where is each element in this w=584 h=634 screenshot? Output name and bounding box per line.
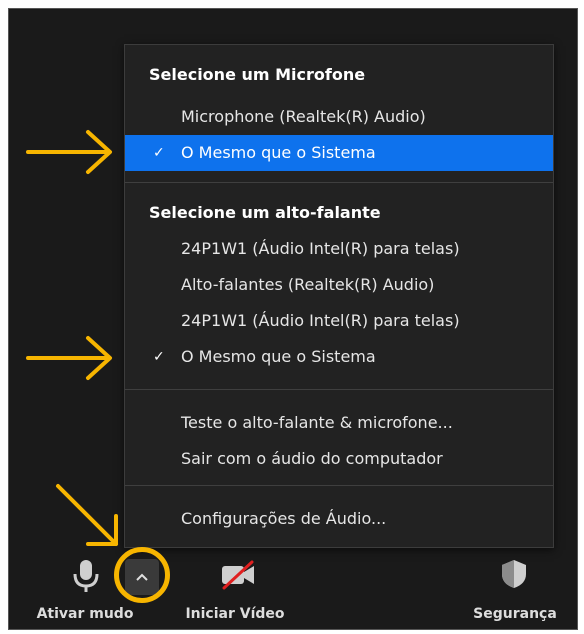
video-off-icon [222,560,254,590]
divider [125,485,553,486]
speaker-option-same-as-system[interactable]: ✓ O Mesmo que o Sistema [125,339,553,375]
test-speaker-mic-label: Teste o alto-falante & microfone... [181,413,453,432]
arrow-annotation-icon [26,336,112,380]
audio-settings-label: Configurações de Áudio... [181,509,387,528]
audio-settings-item[interactable]: Configurações de Áudio... [125,501,553,537]
checkmark-icon: ✓ [153,145,165,161]
audio-options-menu: Selecione um Microfone Microphone (Realt… [124,44,554,548]
security-label: Segurança [473,606,557,622]
mic-option-realtek[interactable]: Microphone (Realtek(R) Audio) [125,99,553,135]
leave-computer-audio-label: Sair com o áudio do computador [181,449,443,468]
divider [125,389,553,390]
mic-option-same-as-system[interactable]: ✓ O Mesmo que o Sistema [125,135,553,171]
arrow-annotation-icon [56,484,118,546]
mic-option-label: Microphone (Realtek(R) Audio) [181,107,426,126]
checkmark-icon: ✓ [153,349,165,365]
mic-option-label: O Mesmo que o Sistema [181,143,376,162]
speaker-option-label: O Mesmo que o Sistema [181,347,376,366]
speaker-option-label: 24P1W1 (Áudio Intel(R) para telas) [181,239,460,258]
divider [125,182,553,183]
arrow-annotation-icon [26,130,112,174]
mute-label: Ativar mudo [36,606,134,622]
annotation-circle [114,547,170,603]
speaker-option-24p1w1-b[interactable]: 24P1W1 (Áudio Intel(R) para telas) [125,303,553,339]
speaker-option-label: 24P1W1 (Áudio Intel(R) para telas) [181,311,460,330]
speaker-section-header: Selecione um alto-falante [149,203,381,222]
security-button[interactable]: Segurança [460,552,570,632]
microphone-icon [73,560,99,592]
start-video-button[interactable]: Iniciar Vídeo [180,552,290,632]
leave-computer-audio-item[interactable]: Sair com o áudio do computador [125,441,553,477]
test-speaker-mic-item[interactable]: Teste o alto-falante & microfone... [125,405,553,441]
microphone-section-header: Selecione um Microfone [149,65,366,84]
speaker-option-realtek[interactable]: Alto-falantes (Realtek(R) Audio) [125,267,553,303]
shield-icon [502,560,526,588]
start-video-label: Iniciar Vídeo [185,606,285,622]
speaker-option-24p1w1-a[interactable]: 24P1W1 (Áudio Intel(R) para telas) [125,231,553,267]
speaker-option-label: Alto-falantes (Realtek(R) Audio) [181,275,435,294]
